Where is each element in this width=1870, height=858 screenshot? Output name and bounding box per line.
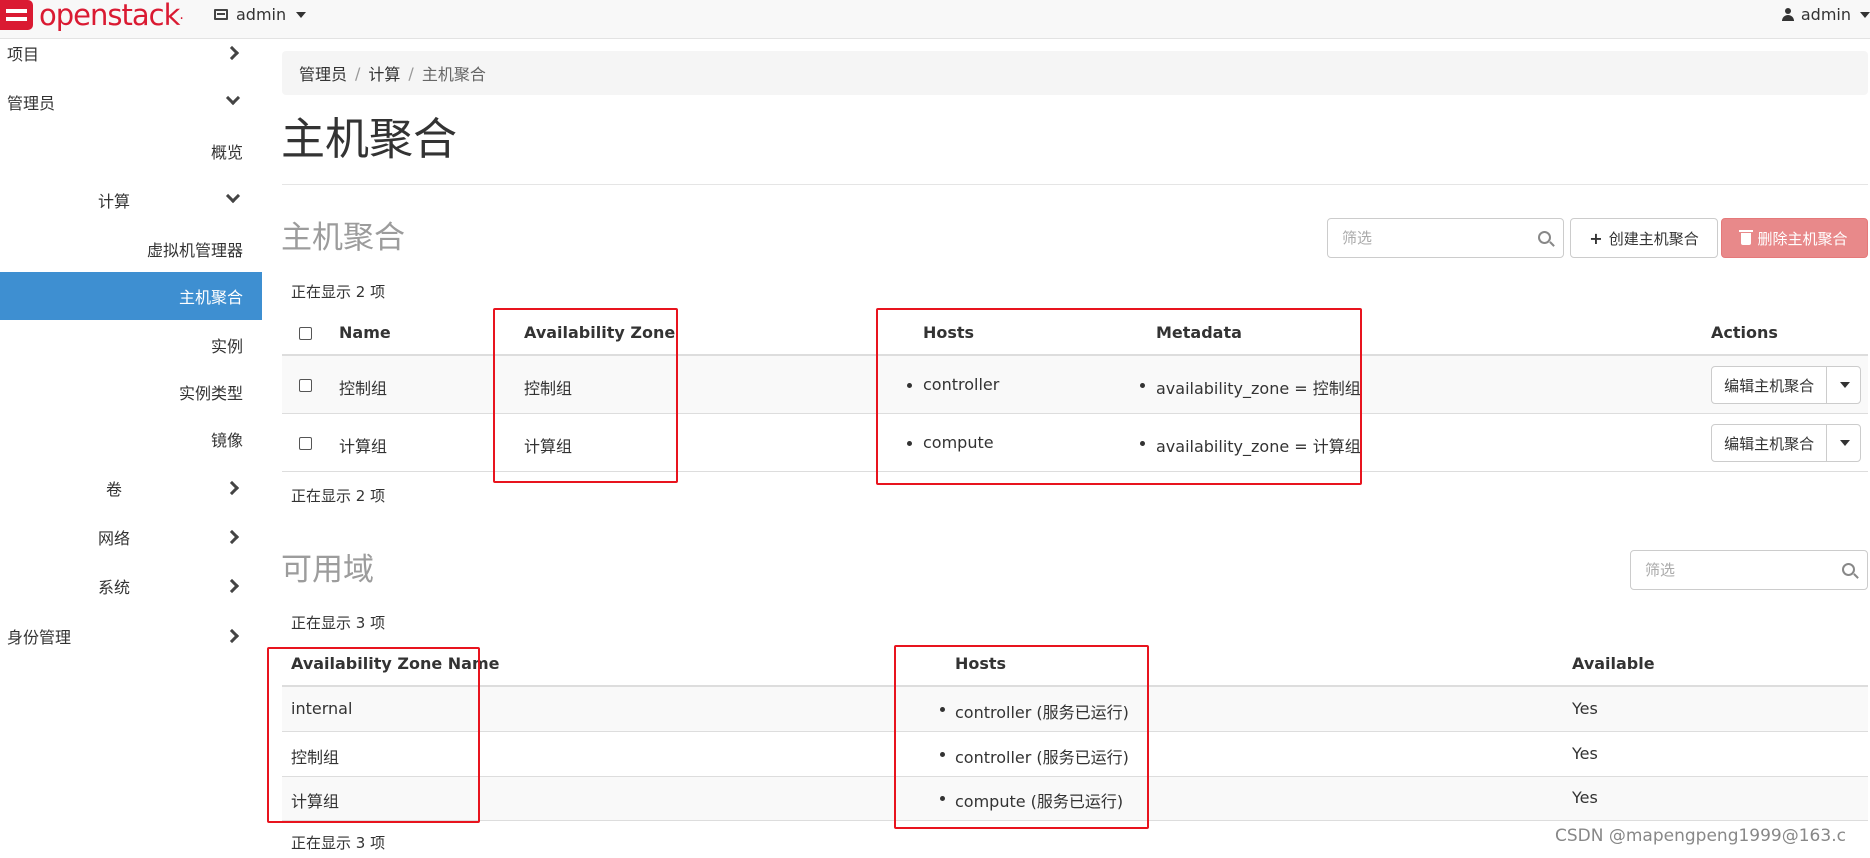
aggregate-name: 计算组 [339, 437, 388, 456]
chevron-right-icon [224, 578, 240, 594]
actions-dropdown-toggle[interactable] [1827, 425, 1860, 461]
row-checkbox[interactable] [299, 379, 312, 392]
search-icon[interactable] [1842, 563, 1855, 576]
sidebar-item-label: 项目 [7, 45, 40, 64]
aggregates-count-top: 正在显示 2 项 [291, 283, 386, 301]
sidebar-item-overview[interactable]: 概览 [0, 127, 262, 175]
openstack-logo[interactable]: openstack. [0, 0, 184, 32]
delete-aggregates-button[interactable]: 删除主机聚合 [1721, 218, 1868, 258]
breadcrumb: 管理员 / 计算 / 主机聚合 [282, 51, 1868, 95]
page-title: 主机聚合 [281, 114, 457, 165]
annotation-box-hosts-metadata [876, 308, 1362, 485]
search-icon[interactable] [1538, 231, 1551, 244]
zone-available: Yes [1572, 744, 1598, 763]
sidebar: 项目 管理员 概览 计算 虚拟机管理器 主机聚合 实例 实例类型 镜像 卷 网络… [0, 39, 262, 858]
sidebar-item-label: 系统 [98, 578, 131, 597]
aggregates-count-bottom: 正在显示 2 项 [291, 487, 386, 505]
delete-aggregates-label: 删除主机聚合 [1757, 229, 1848, 248]
sidebar-item-host-aggregates[interactable]: 主机聚合 [0, 272, 262, 320]
chevron-down-icon [225, 188, 241, 204]
caret-down-icon [1860, 11, 1870, 18]
row-actions: 编辑主机聚合 [1711, 366, 1861, 404]
chevron-right-icon [224, 529, 240, 545]
sidebar-item-volumes[interactable]: 卷 [0, 464, 262, 512]
breadcrumb-separator: / [408, 63, 414, 83]
zones-filter[interactable] [1630, 550, 1868, 590]
create-aggregate-label: 创建主机聚合 [1608, 229, 1699, 248]
zones-section-title: 可用域 [281, 552, 374, 588]
sidebar-item-project[interactable]: 项目 [0, 29, 262, 77]
sidebar-item-label: 镜像 [210, 431, 243, 450]
sidebar-item-network[interactable]: 网络 [0, 513, 262, 561]
sidebar-item-hypervisors[interactable]: 虚拟机管理器 [0, 225, 262, 273]
project-switcher[interactable]: admin [214, 5, 307, 24]
sidebar-item-label: 主机聚合 [178, 288, 243, 307]
column-header-name[interactable]: Name [339, 323, 391, 342]
sidebar-item-instances[interactable]: 实例 [0, 321, 262, 369]
openstack-logo-icon [0, 0, 33, 30]
breadcrumb-separator: / [355, 63, 361, 83]
annotation-box-availability-zone [493, 308, 678, 483]
project-icon [214, 9, 228, 20]
caret-down-icon [296, 11, 307, 18]
chevron-down-icon [225, 90, 241, 106]
sidebar-item-label: 身份管理 [7, 628, 72, 647]
user-icon [1781, 8, 1794, 21]
sidebar-item-identity[interactable]: 身份管理 [0, 612, 262, 660]
user-menu[interactable]: admin [1781, 5, 1870, 24]
trash-icon [1739, 230, 1754, 245]
actions-dropdown-toggle[interactable] [1827, 367, 1860, 403]
caret-down-icon [1839, 382, 1850, 388]
annotation-box-zone-name [267, 647, 480, 823]
annotation-box-zone-hosts [894, 645, 1149, 829]
chevron-right-icon [224, 628, 240, 644]
row-checkbox[interactable] [299, 437, 312, 450]
breadcrumb-item-compute[interactable]: 计算 [368, 61, 400, 85]
divider [282, 184, 1868, 185]
breadcrumb-item-current: 主机聚合 [421, 65, 486, 84]
breadcrumb-item-admin[interactable]: 管理员 [299, 61, 347, 85]
user-name: admin [1800, 5, 1851, 24]
aggregates-filter-input[interactable] [1328, 219, 1563, 257]
zones-filter-input[interactable] [1631, 551, 1867, 589]
sidebar-item-label: 网络 [98, 529, 131, 548]
column-header-available[interactable]: Available [1572, 654, 1655, 673]
aggregates-section-title: 主机聚合 [281, 220, 405, 256]
caret-down-icon [1839, 440, 1850, 446]
row-actions: 编辑主机聚合 [1711, 424, 1861, 462]
sidebar-item-label: 虚拟机管理器 [146, 241, 243, 260]
zone-available: Yes [1572, 788, 1598, 807]
aggregate-name: 控制组 [339, 379, 388, 398]
zone-available: Yes [1572, 699, 1598, 718]
sidebar-item-label: 实例 [210, 337, 243, 356]
project-name: admin [236, 5, 287, 24]
watermark: CSDN @mapengpeng1999@163.c [1555, 826, 1846, 846]
aggregates-filter[interactable] [1327, 218, 1564, 258]
sidebar-item-label: 概览 [210, 143, 243, 162]
sidebar-item-images[interactable]: 镜像 [0, 415, 262, 463]
zones-count-bottom: 正在显示 3 项 [291, 834, 386, 852]
sidebar-item-label: 卷 [106, 480, 123, 499]
column-header-actions: Actions [1711, 323, 1778, 342]
edit-aggregate-button[interactable]: 编辑主机聚合 [1712, 367, 1828, 403]
sidebar-item-label: 管理员 [7, 94, 56, 113]
sidebar-item-system[interactable]: 系统 [0, 562, 262, 610]
chevron-right-icon [224, 45, 240, 61]
sidebar-item-compute[interactable]: 计算 [0, 176, 262, 224]
sidebar-item-flavors[interactable]: 实例类型 [0, 368, 262, 416]
select-all-checkbox[interactable] [299, 327, 312, 340]
zones-count-top: 正在显示 3 项 [291, 614, 386, 632]
sidebar-item-label: 实例类型 [178, 384, 243, 403]
edit-aggregate-button[interactable]: 编辑主机聚合 [1712, 425, 1828, 461]
brand-name: openstack. [39, 0, 184, 32]
create-aggregate-button[interactable]: + 创建主机聚合 [1570, 218, 1718, 258]
plus-icon: + [1589, 228, 1603, 248]
chevron-right-icon [224, 480, 240, 496]
sidebar-item-admin[interactable]: 管理员 [0, 78, 262, 126]
sidebar-item-label: 计算 [98, 192, 131, 211]
top-navbar: openstack. admin admin [0, 0, 1870, 39]
